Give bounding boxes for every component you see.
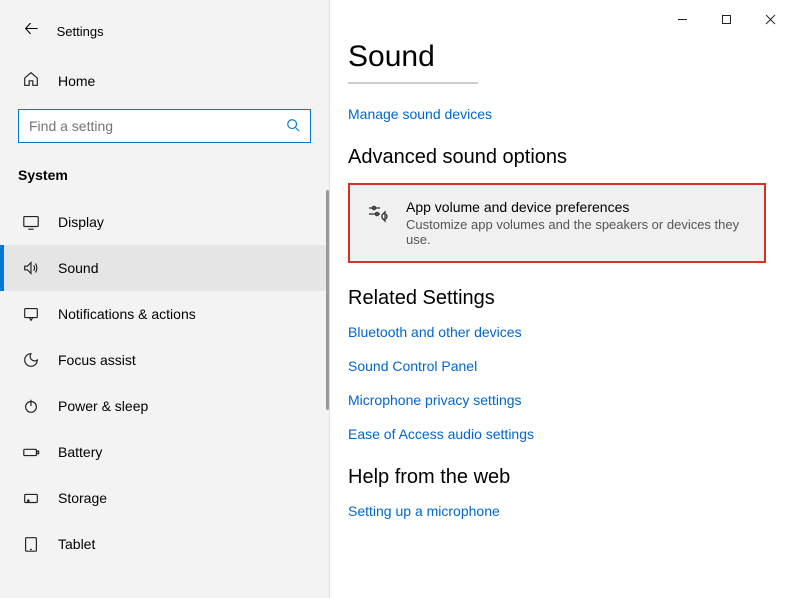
option-title: App volume and device preferences [406,199,748,215]
sidebar-item-display[interactable]: Display [0,199,329,245]
microphone-privacy-link[interactable]: Microphone privacy settings [348,392,766,408]
sliders-icon [366,201,390,225]
nav-label: Notifications & actions [58,306,196,322]
sidebar-item-battery[interactable]: Battery [0,429,329,475]
search-input[interactable] [29,118,286,134]
storage-icon [22,489,40,507]
sound-icon [22,259,40,277]
nav-list: Display Sound Notifications & actions Fo… [0,199,329,567]
close-button[interactable] [748,4,792,34]
nav-label: Storage [58,490,107,506]
minimize-button[interactable] [660,4,704,34]
title-underline [348,82,478,84]
home-nav[interactable]: Home [0,60,329,101]
sidebar-item-sound[interactable]: Sound [0,245,329,291]
app-volume-preferences-button[interactable]: App volume and device preferences Custom… [348,183,766,263]
sidebar-item-power-sleep[interactable]: Power & sleep [0,383,329,429]
focus-assist-icon [22,351,40,369]
main-content: Sound Manage sound devices Advanced soun… [330,0,796,598]
search-box[interactable] [18,109,311,143]
sidebar-item-notifications[interactable]: Notifications & actions [0,291,329,337]
bluetooth-devices-link[interactable]: Bluetooth and other devices [348,324,766,340]
help-links: Setting up a microphone [348,503,766,519]
header-row: 🡠 Settings [0,10,329,60]
related-links: Bluetooth and other devices Sound Contro… [348,324,766,442]
notifications-icon [22,305,40,323]
nav-label: Sound [58,260,98,276]
display-icon [22,213,40,231]
home-icon [22,70,40,91]
nav-label: Battery [58,444,102,460]
manage-sound-devices-link[interactable]: Manage sound devices [348,106,766,122]
sidebar-item-storage[interactable]: Storage [0,475,329,521]
nav-label: Focus assist [58,352,136,368]
home-label: Home [58,73,95,89]
sound-control-panel-link[interactable]: Sound Control Panel [348,358,766,374]
battery-icon [22,443,40,461]
ease-of-access-audio-link[interactable]: Ease of Access audio settings [348,426,766,442]
advanced-sound-heading: Advanced sound options [348,146,766,169]
search-icon [286,118,300,135]
sidebar: 🡠 Settings Home System Display Sound Not… [0,0,330,598]
help-heading: Help from the web [348,466,766,489]
setting-up-microphone-link[interactable]: Setting up a microphone [348,503,766,519]
power-icon [22,397,40,415]
sidebar-scrollbar[interactable] [326,190,329,410]
sidebar-item-tablet[interactable]: Tablet [0,521,329,567]
page-title: Sound [348,40,766,74]
nav-label: Tablet [58,536,95,552]
option-text: App volume and device preferences Custom… [406,199,748,247]
window-controls [660,4,792,34]
maximize-button[interactable] [704,4,748,34]
back-arrow-icon[interactable]: 🡠 [24,16,39,46]
nav-label: Display [58,214,104,230]
tablet-icon [22,535,40,553]
option-description: Customize app volumes and the speakers o… [406,217,748,247]
nav-label: Power & sleep [58,398,148,414]
category-heading: System [0,157,329,199]
related-settings-heading: Related Settings [348,287,766,310]
app-title: Settings [57,24,104,39]
sidebar-item-focus-assist[interactable]: Focus assist [0,337,329,383]
